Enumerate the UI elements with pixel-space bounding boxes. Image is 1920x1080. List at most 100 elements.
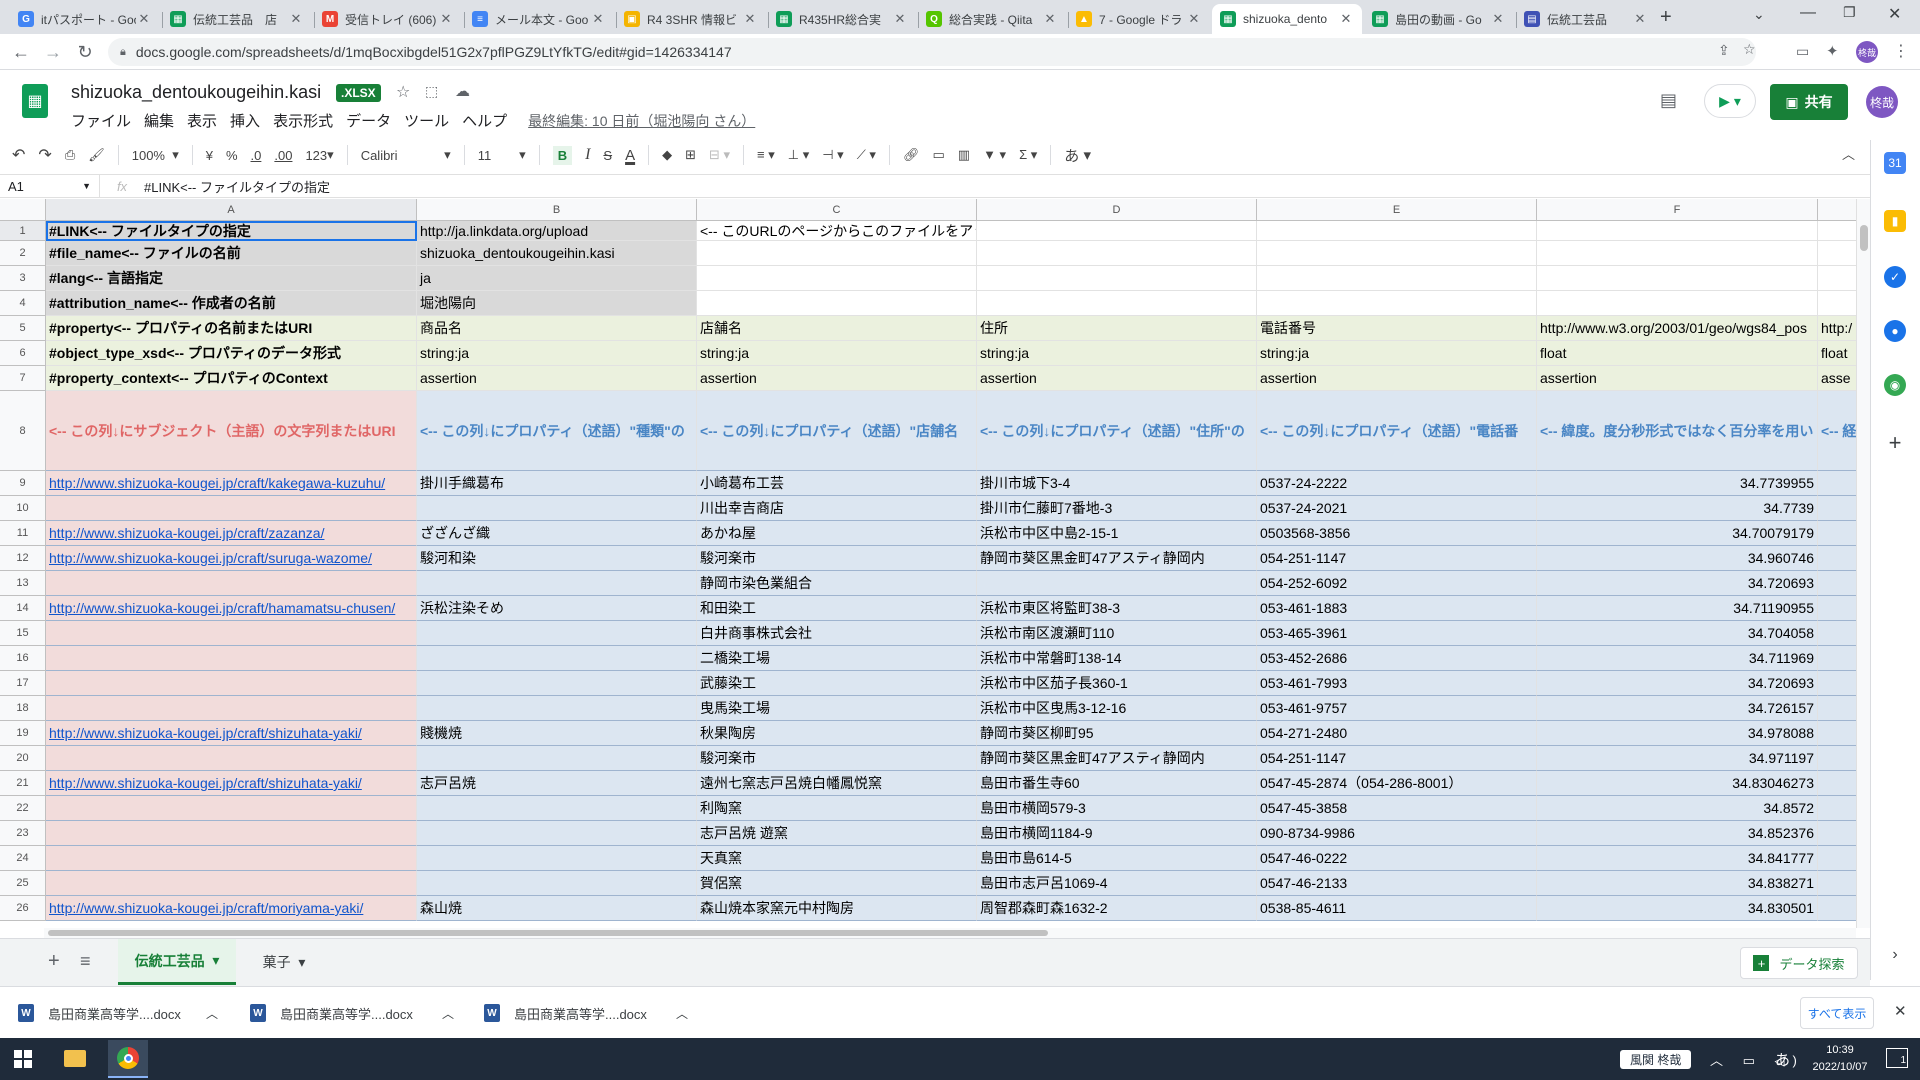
cell[interactable]: 白井商事株式会社 bbox=[697, 621, 977, 646]
cell[interactable]: 34.960746 bbox=[1537, 546, 1818, 571]
cell[interactable] bbox=[417, 621, 697, 646]
download-menu-icon[interactable]: ︿ bbox=[676, 1005, 688, 1022]
download-item[interactable]: W 島田商業高等学....docx ︿ bbox=[18, 995, 218, 1031]
cell[interactable] bbox=[1818, 621, 1856, 646]
cell[interactable]: 島田市番生寺60 bbox=[977, 771, 1257, 796]
cell[interactable]: #property_context<-- プロパティのContext bbox=[46, 366, 417, 391]
cell[interactable] bbox=[1537, 266, 1818, 291]
meet-button[interactable]: ▶︎ ▾ bbox=[1704, 84, 1756, 118]
cell[interactable] bbox=[1257, 291, 1537, 316]
sheets-logo-icon[interactable]: ▦ bbox=[22, 84, 48, 118]
cell[interactable]: 0537-24-2021 bbox=[1257, 496, 1537, 521]
url-field[interactable]: 🔒︎ docs.google.com/spreadsheets/d/1mqBoc… bbox=[108, 38, 1756, 66]
add-addon-icon[interactable]: + bbox=[1884, 430, 1906, 455]
fill-color-icon[interactable]: ◆ bbox=[662, 147, 672, 163]
notification-icon[interactable]: 1 bbox=[1886, 1048, 1908, 1068]
cell[interactable]: 053-461-1883 bbox=[1257, 596, 1537, 621]
column-header[interactable] bbox=[1818, 199, 1856, 221]
cell[interactable]: http://www.shizuoka-kougei.jp/craft/hama… bbox=[46, 596, 417, 621]
tab-close-icon[interactable]: ✕ bbox=[1042, 11, 1058, 27]
extension-icon[interactable]: ▭ bbox=[1796, 43, 1809, 60]
cell[interactable] bbox=[417, 821, 697, 846]
formula-input[interactable]: #LINK<-- ファイルタイプの指定 bbox=[144, 177, 330, 196]
cell[interactable] bbox=[1818, 871, 1856, 896]
cell[interactable] bbox=[1537, 221, 1818, 241]
cell[interactable]: 掛川市城下3-4 bbox=[977, 471, 1257, 496]
input-tools-button[interactable]: あ ▾ bbox=[1064, 145, 1091, 166]
cell[interactable] bbox=[1537, 241, 1818, 266]
cell[interactable]: 静岡市葵区黒金町47アスティ静岡内 bbox=[977, 546, 1257, 571]
row-header[interactable]: 16 bbox=[0, 646, 46, 671]
row-header[interactable]: 2 bbox=[0, 241, 46, 266]
show-all-downloads-button[interactable]: すべて表示 bbox=[1800, 997, 1874, 1029]
cell[interactable] bbox=[46, 646, 417, 671]
cell[interactable]: 0547-46-0222 bbox=[1257, 846, 1537, 871]
cell[interactable]: 浜松市中区曳馬3-12-16 bbox=[977, 696, 1257, 721]
vertical-scrollbar[interactable] bbox=[1856, 199, 1870, 928]
cell[interactable]: assertion bbox=[1537, 366, 1818, 391]
cell[interactable] bbox=[46, 496, 417, 521]
row-header[interactable]: 7 bbox=[0, 366, 46, 391]
row-header[interactable]: 20 bbox=[0, 746, 46, 771]
cell[interactable]: 浜松市中常磐町138-14 bbox=[977, 646, 1257, 671]
cell[interactable]: 054-252-6092 bbox=[1257, 571, 1537, 596]
calendar-icon[interactable]: 31 bbox=[1884, 152, 1906, 174]
profile-avatar[interactable]: 柊哉 bbox=[1856, 41, 1878, 63]
text-wrap-icon[interactable]: ⊣ ▾ bbox=[822, 147, 843, 163]
tab-close-icon[interactable]: ✕ bbox=[892, 11, 908, 27]
cell[interactable]: 053-461-7993 bbox=[1257, 671, 1537, 696]
cell[interactable]: http:/ bbox=[1818, 316, 1856, 341]
restore-icon[interactable]: ❐ bbox=[1843, 4, 1856, 21]
cell[interactable]: 島田市横岡1184-9 bbox=[977, 821, 1257, 846]
cell[interactable]: http://www.shizuoka-kougei.jp/craft/shiz… bbox=[46, 771, 417, 796]
cell[interactable] bbox=[697, 241, 977, 266]
filter-icon[interactable]: ▼ ▾ bbox=[983, 147, 1006, 163]
cell[interactable]: http://ja.linkdata.org/upload bbox=[417, 221, 697, 241]
tab-close-icon[interactable]: ✕ bbox=[438, 11, 454, 27]
cell[interactable] bbox=[1818, 291, 1856, 316]
cell[interactable] bbox=[1818, 546, 1856, 571]
cell[interactable]: 34.726157 bbox=[1537, 696, 1818, 721]
text-rotate-icon[interactable]: ⟋ ▾ bbox=[857, 147, 876, 163]
row-header[interactable]: 23 bbox=[0, 821, 46, 846]
cell[interactable]: 電話番号 bbox=[1257, 316, 1537, 341]
cell[interactable] bbox=[417, 646, 697, 671]
tab-close-icon[interactable]: ✕ bbox=[288, 11, 304, 27]
row-header[interactable]: 26 bbox=[0, 896, 46, 921]
cell[interactable]: #file_name<-- ファイルの名前 bbox=[46, 241, 417, 266]
row-header[interactable]: 1 bbox=[0, 221, 46, 241]
cell[interactable]: 周智郡森町森1632-2 bbox=[977, 896, 1257, 921]
tab-close-icon[interactable]: ✕ bbox=[1338, 11, 1354, 27]
cell[interactable]: shizuoka_dentoukougeihin.kasi bbox=[417, 241, 697, 266]
cell[interactable] bbox=[1537, 291, 1818, 316]
menu-view[interactable]: 表示 bbox=[187, 110, 217, 131]
cell[interactable] bbox=[417, 871, 697, 896]
cell[interactable]: http://www.shizuoka-kougei.jp/craft/kake… bbox=[46, 471, 417, 496]
tray-icons[interactable]: ︿ ▭ ◁) bbox=[1710, 1050, 1805, 1069]
cell[interactable] bbox=[697, 291, 977, 316]
browser-tab[interactable]: ▤ 伝統工芸品 ✕ bbox=[1516, 4, 1656, 34]
row-header[interactable]: 4 bbox=[0, 291, 46, 316]
hide-panel-icon[interactable]: › bbox=[1884, 944, 1906, 966]
cell[interactable] bbox=[1818, 221, 1856, 241]
cell[interactable]: <-- このURLのページからこのファイルをアップロードしてください。 bbox=[697, 221, 977, 241]
cell[interactable]: 34.71190955 bbox=[1537, 596, 1818, 621]
zoom-select[interactable]: 100% ▾ bbox=[132, 147, 179, 163]
cell[interactable] bbox=[977, 221, 1257, 241]
cell[interactable]: 森山焼 bbox=[417, 896, 697, 921]
cell[interactable]: 志戸呂焼 bbox=[417, 771, 697, 796]
cell[interactable] bbox=[46, 871, 417, 896]
column-header[interactable]: C bbox=[697, 199, 977, 221]
cell[interactable]: 34.711969 bbox=[1537, 646, 1818, 671]
browser-tab[interactable]: ▲ 7 - Google ドラ ✕ bbox=[1068, 4, 1210, 34]
menu-insert[interactable]: 挿入 bbox=[230, 110, 260, 131]
browser-tab[interactable]: ▦ 伝統工芸品 店 ✕ bbox=[162, 4, 312, 34]
cell[interactable]: 商品名 bbox=[417, 316, 697, 341]
cell[interactable]: 0503568-3856 bbox=[1257, 521, 1537, 546]
row-header[interactable]: 25 bbox=[0, 871, 46, 896]
new-tab-button[interactable]: + bbox=[1660, 6, 1672, 29]
row-header[interactable]: 22 bbox=[0, 796, 46, 821]
row-header[interactable]: 21 bbox=[0, 771, 46, 796]
tab-close-icon[interactable]: ✕ bbox=[1490, 11, 1506, 27]
cell[interactable]: 090-8734-9986 bbox=[1257, 821, 1537, 846]
